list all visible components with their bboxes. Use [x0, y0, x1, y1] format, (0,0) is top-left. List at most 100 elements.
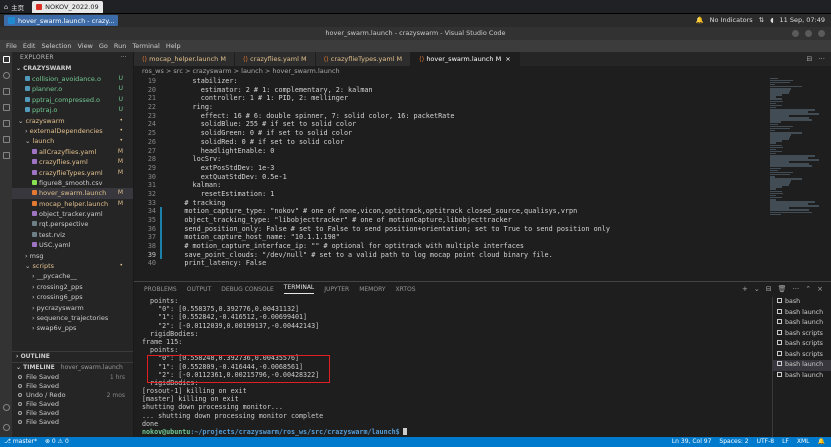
code-line[interactable]: 25 solidGreen: 0 # if set to solid color	[134, 129, 766, 138]
menu-view[interactable]: View	[77, 42, 92, 50]
account-icon[interactable]	[2, 404, 10, 411]
terminal-instance[interactable]: bash scripts	[773, 329, 831, 340]
panel-tab-problems[interactable]: PROBLEMS	[144, 286, 177, 293]
more-actions-icon[interactable]: ···	[793, 285, 800, 293]
indicators-menu[interactable]: No Indicators	[710, 16, 753, 24]
tree-item[interactable]: hover_swarm.launch M	[12, 188, 133, 199]
code-line[interactable]: 28 locSrv:	[134, 155, 766, 164]
timeline-item[interactable]: File Saved	[12, 400, 133, 409]
code-line[interactable]: 19 stabilizer:	[134, 77, 766, 86]
language-mode[interactable]: XML	[797, 437, 810, 447]
terminal-instance[interactable]: bash launch	[773, 360, 831, 371]
code-line[interactable]: 29 extPosStdDev: 1e-3	[134, 164, 766, 173]
minimap[interactable]	[766, 77, 824, 281]
tree-item[interactable]: ⌄ launch •	[12, 136, 133, 146]
tree-item[interactable]: pptraj_compressed.o U	[12, 95, 133, 105]
tree-item[interactable]: ⌄ crazyswarm •	[12, 116, 133, 126]
tree-item[interactable]: › msg	[12, 251, 133, 261]
tree-item[interactable]: allCrazyflies.yaml M	[12, 147, 133, 157]
taskbar-vscode-window[interactable]: hover_swarm.launch - crazy...	[4, 15, 119, 26]
tree-item[interactable]: figure8_smooth.csv	[12, 178, 133, 188]
search-icon[interactable]	[2, 72, 10, 79]
branch-status[interactable]: ⎇ master*	[4, 437, 37, 447]
code-line[interactable]: 24 solidBlue: 255 # if set to solid colo…	[134, 120, 766, 129]
problems-status[interactable]: ⊗ 0 ⚠ 0	[45, 437, 69, 447]
minimize-button[interactable]	[792, 30, 799, 37]
trash-icon[interactable]: 🗑	[778, 285, 787, 293]
tree-item[interactable]: crazyflies.yaml M	[12, 157, 133, 167]
code-line[interactable]: 26 solidRed: 0 # if set to solid color	[134, 138, 766, 147]
code-editor[interactable]: 19 stabilizer: 20 estimator: 2 # 1: compl…	[134, 77, 766, 281]
tree-item[interactable]: › crossing6_pps	[12, 292, 133, 302]
tree-item[interactable]: › swap6v_pps	[12, 323, 133, 333]
tree-item[interactable]: › pycrazyswarm	[12, 303, 133, 313]
new-terminal-icon[interactable]: +	[742, 285, 748, 293]
editor-tab[interactable]: ⟨⟩ crazyflies.yaml M	[234, 52, 316, 66]
panel-tab-memory[interactable]: MEMORY	[359, 286, 385, 293]
more-actions-icon[interactable]: ···	[120, 52, 127, 64]
notification-bell-icon[interactable]: 🔔	[818, 437, 825, 447]
clock[interactable]: 11 Sep, 07:49	[780, 16, 825, 24]
menu-terminal[interactable]: Terminal	[132, 42, 159, 50]
run-debug-icon[interactable]	[2, 104, 10, 111]
extensions-icon[interactable]	[2, 120, 10, 127]
terminal-instance[interactable]: bash launch	[773, 371, 831, 382]
terminal-instance[interactable]: bash launch	[773, 318, 831, 329]
tree-item[interactable]: mocap_helper.launch M	[12, 199, 133, 209]
timeline-header[interactable]: ⌄ TIMELINE hover_swarm.launch	[12, 362, 133, 372]
menu-run[interactable]: Run	[114, 42, 126, 50]
editor-scrollbar[interactable]	[824, 77, 831, 281]
settings-gear-icon[interactable]	[2, 424, 10, 431]
editor-tab[interactable]: ⟨⟩ crazyflieTypes.yaml M	[315, 52, 412, 66]
terminal-instance[interactable]: bash scripts	[773, 339, 831, 350]
terminal-instance[interactable]: bash	[773, 297, 831, 308]
code-line[interactable]: 20 estimator: 2 # 1: complementary, 2: k…	[134, 86, 766, 95]
code-line[interactable]: 21 controller: 1 # 1: PID, 2: mellinger	[134, 94, 766, 103]
network-icon[interactable]: ⇅	[759, 16, 764, 24]
tree-item[interactable]: pptraj.o U	[12, 105, 133, 115]
volume-icon[interactable]: ◖	[770, 16, 773, 24]
tree-item[interactable]: planner.o U	[12, 84, 133, 94]
menu-go[interactable]: Go	[99, 42, 108, 50]
menu-selection[interactable]: Selection	[41, 42, 71, 50]
tree-item[interactable]: test.rviz	[12, 230, 133, 240]
terminal-instance[interactable]: bash launch	[773, 308, 831, 319]
code-line[interactable]: 23 effect: 16 # 6: double spinner, 7: so…	[134, 112, 766, 121]
close-window-button[interactable]	[818, 30, 825, 37]
panel-tab-debug-console[interactable]: DEBUG CONSOLE	[221, 286, 274, 293]
code-line[interactable]: 22 ring:	[134, 103, 766, 112]
editor-tab[interactable]: ⟨⟩ mocap_helper.launch M	[134, 52, 235, 66]
code-line[interactable]: 38 # motion_capture_interface_ip: "" # o…	[134, 242, 766, 251]
browser-tab[interactable]: NOKOV_2022.09	[32, 0, 103, 13]
indentation[interactable]: Spaces: 2	[719, 437, 748, 447]
tree-item[interactable]: crazyflieTypes.yaml M	[12, 168, 133, 178]
eol[interactable]: LF	[782, 437, 789, 447]
code-line[interactable]: 31 kalman:	[134, 181, 766, 190]
workspace-header[interactable]: ⌄ CRAZYSWARM	[12, 64, 133, 74]
code-line[interactable]: 32 resetEstimation: 1	[134, 190, 766, 199]
panel-tab-xrtos[interactable]: XRTOS	[396, 286, 416, 293]
tree-item[interactable]: ⌄ scripts •	[12, 261, 133, 271]
remote-explorer-icon[interactable]	[2, 136, 10, 143]
code-line[interactable]: 34 motion_capture_type: "nokov" # one of…	[134, 207, 766, 216]
chevron-down-icon[interactable]: ⌄	[754, 285, 760, 293]
close-tab-icon[interactable]: ×	[505, 55, 510, 63]
cursor-position[interactable]: Ln 39, Col 97	[672, 437, 712, 447]
code-line[interactable]: 27 headlightEnable: 0	[134, 147, 766, 156]
code-line[interactable]: 39 save_point_clouds: "/dev/null" # set …	[134, 250, 766, 260]
source-control-icon[interactable]	[2, 88, 10, 95]
outline-header[interactable]: › OUTLINE	[12, 351, 133, 361]
os-home-tab[interactable]: ⌂ 主页	[0, 1, 28, 13]
tree-item[interactable]: › externalDependencies •	[12, 126, 133, 136]
code-line[interactable]: 33 # tracking	[134, 199, 766, 208]
more-actions-icon[interactable]: ···	[818, 55, 825, 63]
tree-item[interactable]: › crossing2_pps	[12, 282, 133, 292]
code-line[interactable]: 35 object_tracking_type: "libobjecttrack…	[134, 216, 766, 225]
code-line[interactable]: 36 send_position_only: False # set to Fa…	[134, 224, 766, 234]
menu-help[interactable]: Help	[166, 42, 181, 50]
terminal-instance[interactable]: bash scripts	[773, 350, 831, 361]
tree-item[interactable]: › sequence_trajectories	[12, 313, 133, 323]
breadcrumb[interactable]: ros_ws > src > crazyswarm > launch > hov…	[134, 66, 831, 77]
menu-edit[interactable]: Edit	[23, 42, 36, 50]
split-editor-icon[interactable]: ⊟	[806, 55, 812, 63]
